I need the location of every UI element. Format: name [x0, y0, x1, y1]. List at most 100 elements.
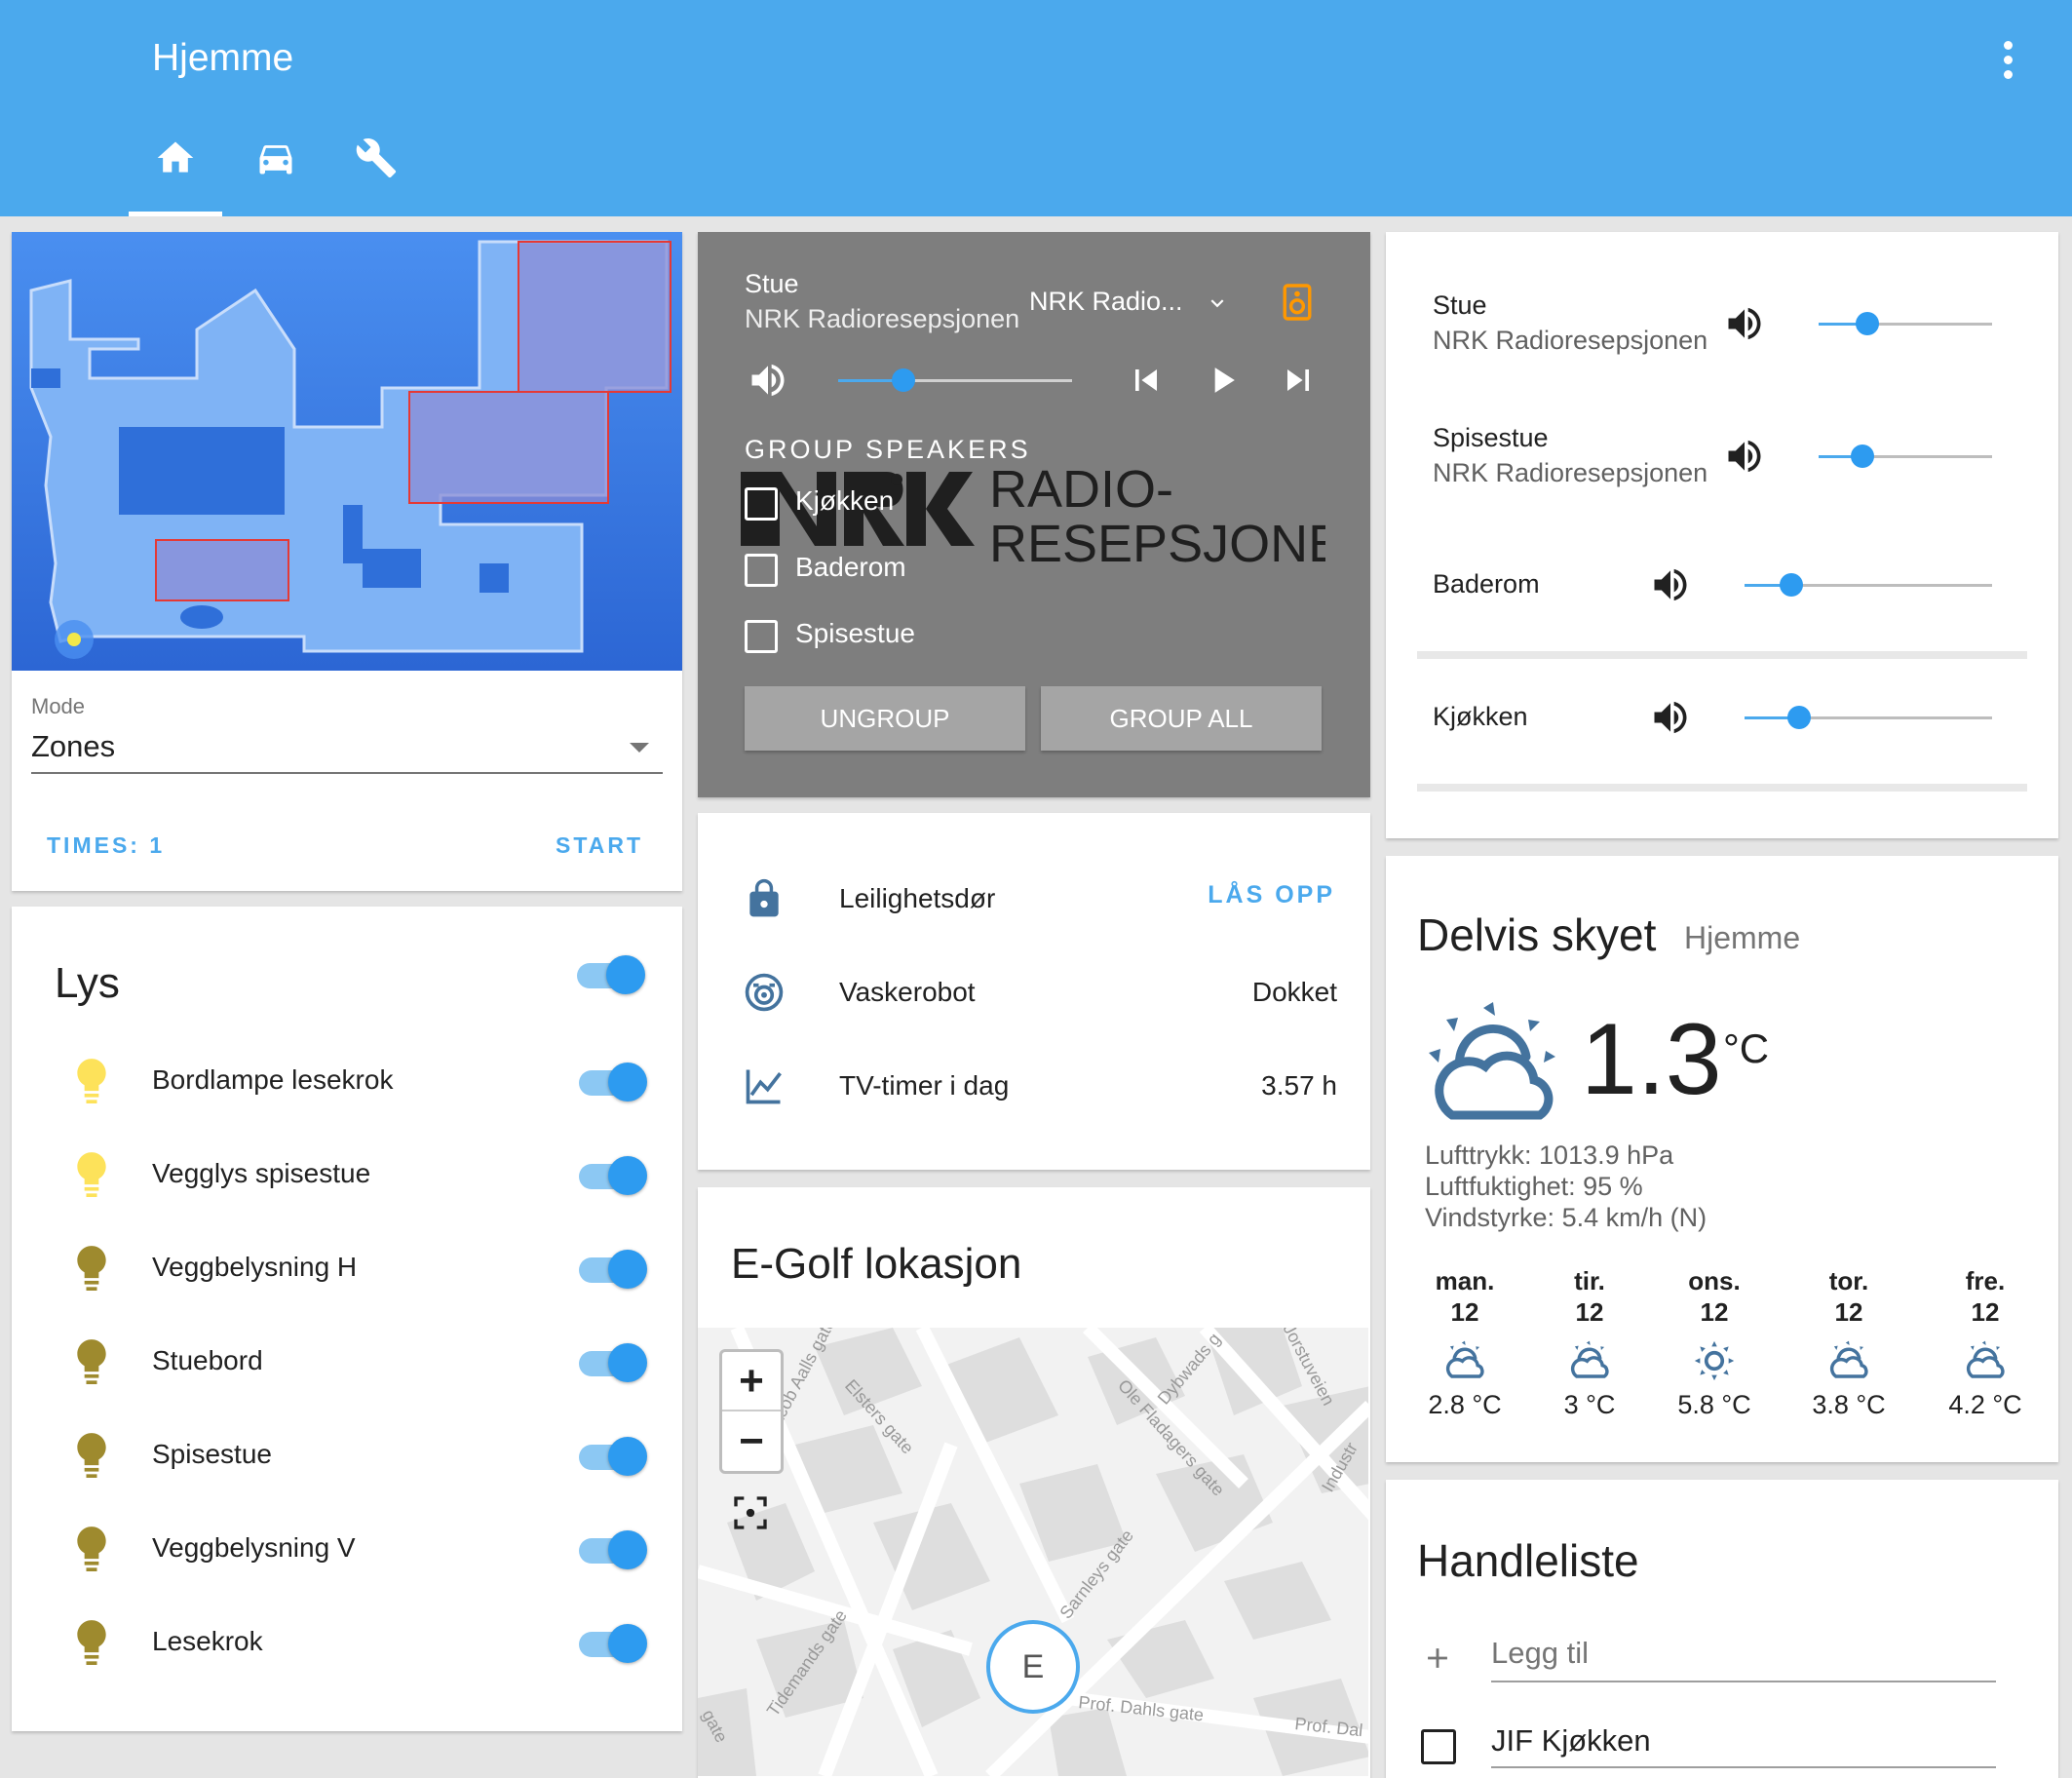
entity-row-vacuum[interactable]: Vaskerobot Dokket [698, 947, 1368, 1035]
volume-icon[interactable] [1723, 435, 1766, 478]
tab-car[interactable] [229, 136, 323, 216]
lightbulb-icon[interactable] [70, 1055, 113, 1109]
light-row[interactable]: Veggbelysning H [12, 1222, 682, 1316]
times-button[interactable]: TIMES: 1 [47, 832, 165, 859]
entities-card: Leilighetsdør LÅS OPP Vaskerobot Dokket … [698, 813, 1370, 1170]
item-checkbox[interactable] [1421, 1729, 1456, 1764]
light-toggle[interactable] [579, 1156, 649, 1195]
wind-speed: Vindstyrke: 5.4 km/h (N) [1425, 1203, 1707, 1232]
car-location-marker[interactable]: E [986, 1620, 1080, 1714]
skip-previous-icon[interactable] [1125, 359, 1168, 402]
shopping-item[interactable]: JIF Kjøkken [1491, 1723, 1651, 1759]
humidity: Luftfuktighet: 95 % [1425, 1172, 1643, 1201]
lightbulb-icon[interactable] [70, 1523, 113, 1577]
lights-master-toggle[interactable] [577, 955, 647, 994]
weather-location: Hjemme [1684, 920, 1801, 955]
volume-slider-thumb[interactable] [1851, 444, 1874, 468]
divider [1417, 784, 2027, 792]
volume-icon[interactable] [1649, 563, 1692, 606]
light-row[interactable]: Veggbelysning V [12, 1503, 682, 1597]
unlock-button[interactable]: LÅS OPP [1208, 881, 1335, 909]
pressure: Lufttrykk: 1013.9 hPa [1425, 1140, 1674, 1170]
wrench-icon [356, 138, 397, 178]
light-toggle[interactable] [579, 1250, 649, 1289]
light-name: Stuebord [152, 1345, 263, 1375]
speaker-name: Stue [1433, 290, 1487, 320]
speaker-label[interactable]: Spisestue [795, 618, 915, 649]
mode-select[interactable]: Zones [31, 729, 115, 764]
volume-slider-thumb[interactable] [1780, 573, 1803, 597]
zoom-out-button[interactable]: − [722, 1411, 781, 1471]
light-toggle[interactable] [579, 1530, 649, 1569]
entity-row-lock: Leilighetsdør LÅS OPP [698, 854, 1368, 942]
tab-settings[interactable] [329, 136, 423, 216]
light-row[interactable]: Stuebord [12, 1316, 682, 1410]
overflow-menu-icon[interactable] [1998, 41, 2017, 80]
chevron-down-icon[interactable] [1205, 290, 1230, 316]
speaker-checkbox[interactable] [745, 620, 778, 653]
entity-name: Vaskerobot [839, 977, 976, 1007]
source-select[interactable]: NRK Radio... [1029, 287, 1183, 317]
start-button[interactable]: START [556, 832, 643, 859]
speaker-label[interactable]: Kjøkken [795, 485, 894, 517]
shopping-list-card: Handleliste Legg til JIF Kjøkken [1386, 1480, 2058, 1778]
car-icon [259, 145, 292, 174]
divider [1417, 651, 2027, 659]
forecast-date: 12 [1450, 1297, 1479, 1327]
zoom-in-button[interactable]: + [722, 1352, 781, 1411]
forecast-weekday: tor. [1828, 1266, 1869, 1295]
volume-icon[interactable] [1649, 696, 1692, 739]
light-name: Spisestue [152, 1439, 272, 1469]
item-underline [1491, 1766, 1996, 1768]
ungroup-button[interactable]: UNGROUP [745, 686, 1025, 751]
speaker-icon[interactable] [1281, 283, 1314, 322]
light-toggle[interactable] [579, 1437, 649, 1476]
temperature-unit: °C [1723, 1025, 1770, 1071]
forecast-date: 12 [1700, 1297, 1729, 1327]
speaker-name: Spisestue [1433, 423, 1549, 452]
svg-text:RADIO-: RADIO- [989, 460, 1173, 519]
forecast-date: 12 [1575, 1297, 1604, 1327]
light-name: Veggbelysning H [152, 1252, 358, 1282]
light-toggle[interactable] [579, 1343, 649, 1382]
weather-card[interactable]: Delvis skyet Hjemme 1.3 °C Lufttrykk: 10… [1386, 856, 2058, 1462]
vacuum-map[interactable] [12, 232, 682, 671]
volume-icon[interactable] [747, 359, 789, 402]
speaker-checkbox[interactable] [745, 554, 778, 587]
entity-row-tv-timer[interactable]: TV-timer i dag 3.57 h [698, 1041, 1368, 1129]
forecast-day: tir. 12 3 °C [1536, 1265, 1643, 1420]
play-icon[interactable] [1201, 359, 1244, 402]
chevron-down-icon[interactable] [630, 743, 649, 753]
speakers-volume-card: Stue NRK Radioresepsjonen Spisestue NRK Rad… [1386, 232, 2058, 838]
add-item-input[interactable]: Legg til [1491, 1636, 1589, 1671]
media-room: Stue [745, 269, 799, 298]
volume-slider-thumb[interactable] [1787, 706, 1811, 729]
tab-home[interactable] [129, 136, 222, 216]
light-name: Veggbelysning V [152, 1532, 356, 1563]
light-toggle[interactable] [579, 1624, 649, 1663]
lightbulb-icon[interactable] [70, 1335, 113, 1390]
speaker-checkbox[interactable] [745, 487, 778, 521]
volume-slider-thumb[interactable] [1856, 312, 1879, 335]
forecast-day: ons. 12 5.8 °C [1661, 1265, 1768, 1420]
forecast-temp: 3 °C [1563, 1390, 1616, 1419]
fit-bounds-icon[interactable] [731, 1493, 770, 1532]
light-row[interactable]: Spisestue [12, 1410, 682, 1503]
map-view[interactable]: Jacob Aalls gate Elsters gate Dybwads g … [698, 1328, 1368, 1776]
group-all-button[interactable]: GROUP ALL [1041, 686, 1322, 751]
plus-icon[interactable] [1421, 1642, 1454, 1675]
volume-icon[interactable] [1723, 302, 1766, 345]
vacuum-card: Mode Zones TIMES: 1 START [12, 232, 682, 891]
lightbulb-icon[interactable] [70, 1429, 113, 1484]
volume-slider-thumb[interactable] [892, 368, 915, 392]
skip-next-icon[interactable] [1277, 359, 1320, 402]
lightbulb-icon[interactable] [70, 1616, 113, 1671]
lightbulb-icon[interactable] [70, 1148, 113, 1203]
speaker-label[interactable]: Baderom [795, 552, 906, 583]
light-row[interactable]: Vegglys spisestue [12, 1129, 682, 1222]
entity-state: 3.57 h [1261, 1070, 1337, 1101]
lightbulb-icon[interactable] [70, 1242, 113, 1296]
light-row[interactable]: Lesekrok [12, 1597, 682, 1690]
light-toggle[interactable] [579, 1063, 649, 1102]
light-row[interactable]: Bordlampe lesekrok [12, 1035, 682, 1129]
